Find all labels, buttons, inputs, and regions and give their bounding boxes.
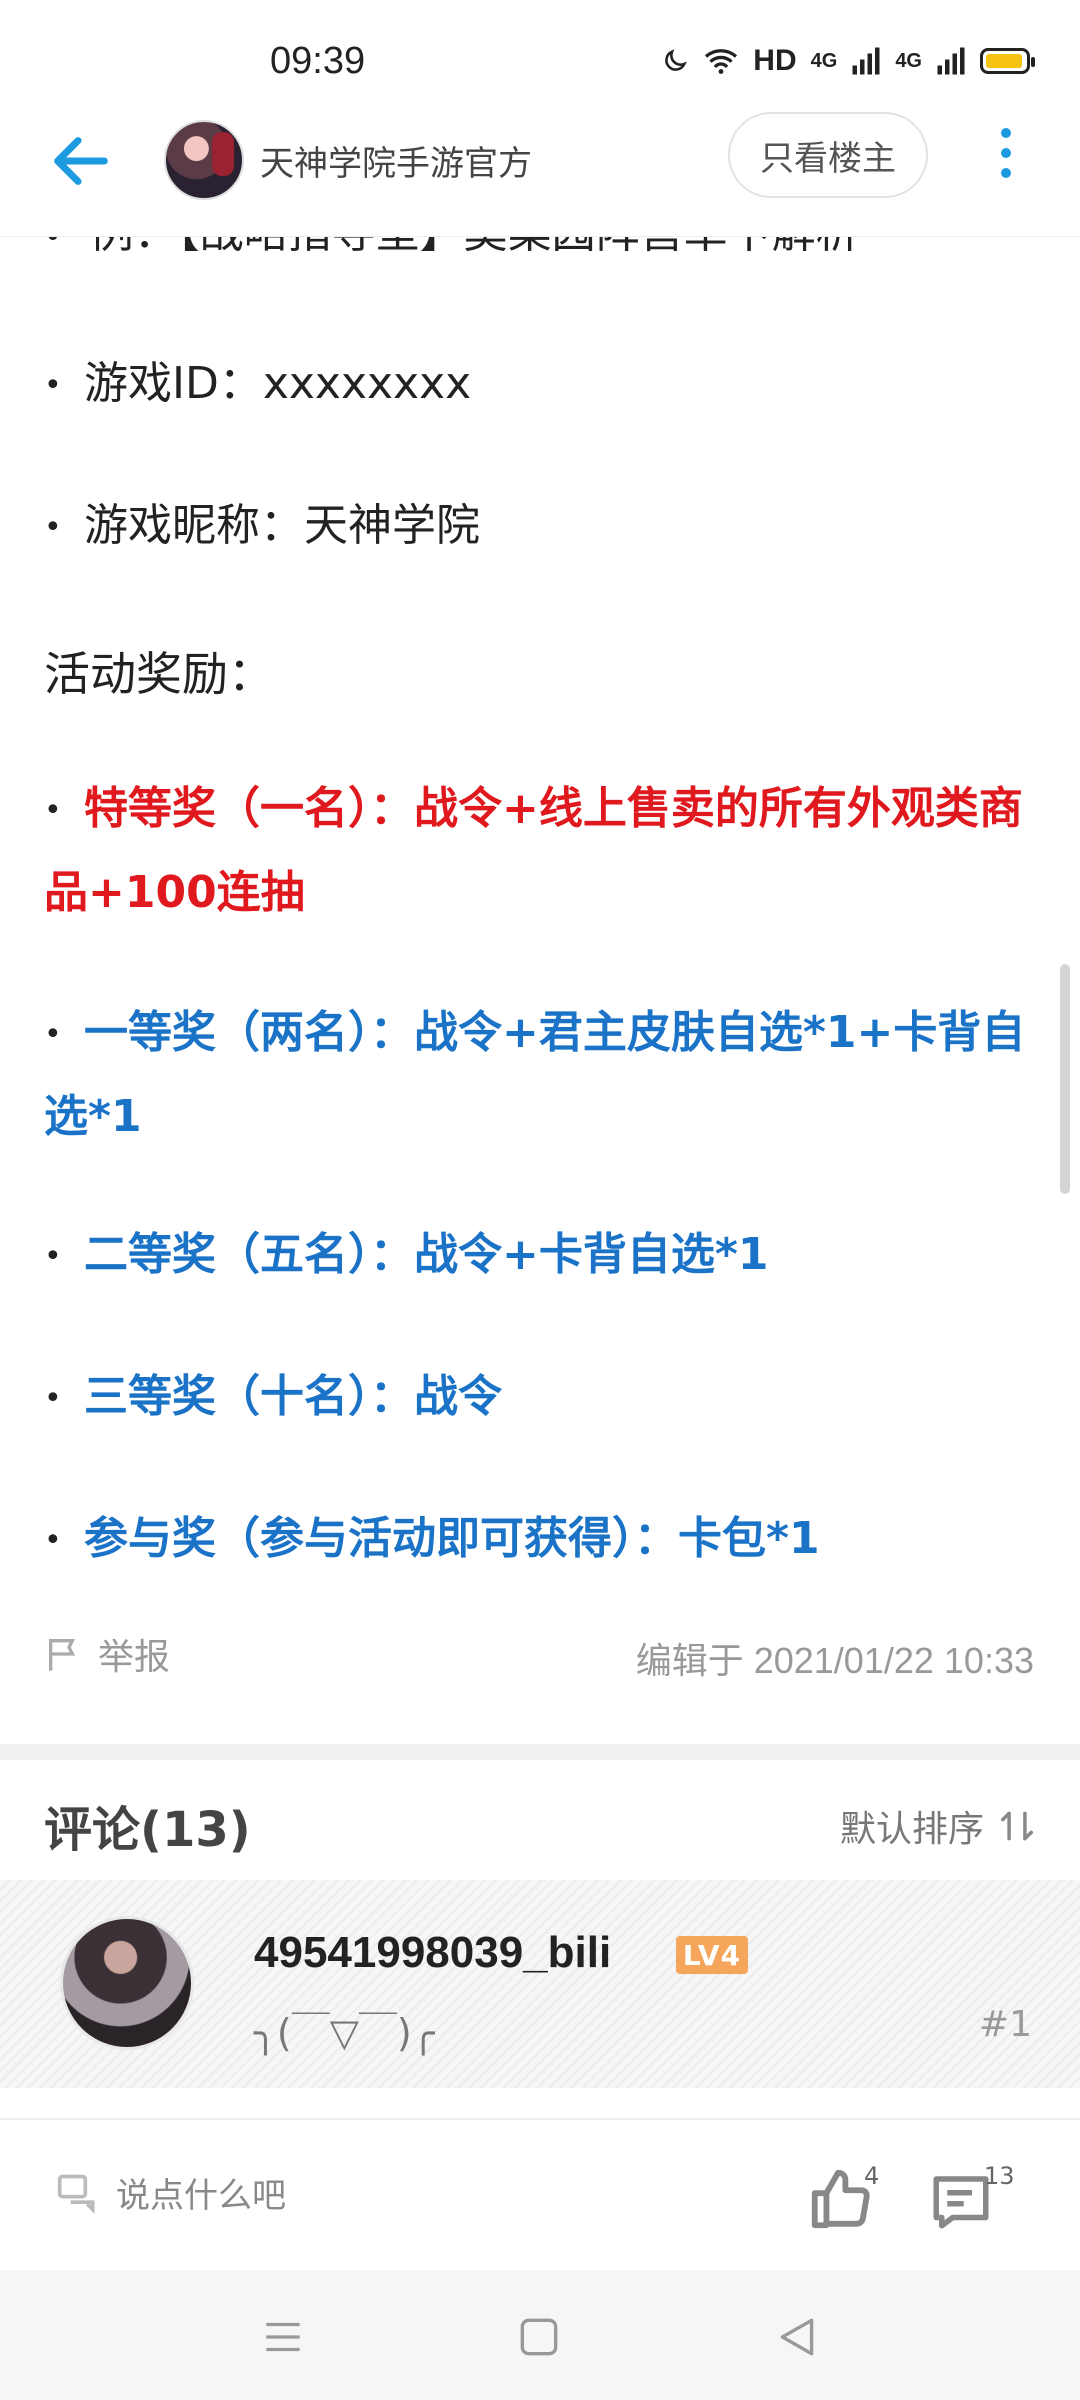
comment-input-placeholder: 说点什么吧 (116, 2176, 286, 2216)
menu-icon[interactable] (258, 2312, 308, 2362)
prize-second-text: 二等奖（五名）：战令+卡背自选*1 (84, 1229, 769, 1280)
prize-third: • 三等奖（十名）：战令 (44, 1371, 502, 1422)
sort-label: 默认排序 (839, 1809, 984, 1850)
back-arrow-icon[interactable] (46, 126, 116, 196)
prize-first: • 一等奖（两名）：战令+君主皮肤自选*1+卡背自选*1 (44, 1007, 1026, 1142)
post-footer: 举报 编辑于 2021/01/22 10:33 (0, 1628, 1080, 1708)
rewards-title: 活动奖励： (44, 647, 274, 701)
signal-icon (852, 47, 880, 75)
signal2-label: 4G (895, 49, 922, 72)
system-nav-bar (0, 2270, 1080, 2400)
more-icon[interactable] (988, 118, 1024, 188)
level-badge: LV4 (676, 1936, 748, 1974)
comment-floor: #1 (978, 2004, 1032, 2045)
prize-special-text: 特等奖（一名）：战令+线上售卖的所有外观类商品+100连抽 (44, 783, 1023, 918)
commenter-name[interactable]: 49541998039_bili (254, 1928, 611, 1978)
comment-input-bar: 说点什么吧 4 13 (0, 2120, 1080, 2270)
sort-button[interactable]: 默认排序 (840, 1800, 1036, 1852)
back-triangle-icon[interactable] (772, 2312, 822, 2362)
prize-third-text: 三等奖（十名）：战令 (84, 1371, 502, 1422)
sort-icon (1001, 1811, 1033, 1841)
scrollbar[interactable] (1060, 964, 1070, 1194)
page-title[interactable]: 天神学院手游官方 (260, 136, 532, 185)
game-nickname-line: • 游戏昵称：天神学院 (44, 500, 480, 551)
flag-icon (49, 1639, 76, 1671)
report-label: 举报 (98, 1637, 171, 1678)
section-divider (0, 1744, 1080, 1760)
edit-time: 编辑于 2021/01/22 10:33 (635, 1640, 1034, 1681)
prize-second: • 二等奖（五名）：战令+卡背自选*1 (44, 1229, 769, 1280)
prize-special: • 特等奖（一名）：战令+线上售卖的所有外观类商品+100连抽 (44, 783, 1023, 918)
game-id-text: 游戏ID：xxxxxxxx (84, 358, 472, 409)
moon-icon (665, 49, 688, 71)
comment-input[interactable]: 说点什么吧 (56, 2168, 286, 2217)
wifi-icon (705, 49, 738, 74)
game-id-line: • 游戏ID：xxxxxxxx (44, 358, 472, 409)
hd-label: HD (753, 44, 797, 77)
chat-bubble-icon (57, 2174, 95, 2214)
comments-header: 评论(13) 默认排序 (0, 1772, 1080, 1872)
status-icons: HD 4G 4G (661, 44, 1035, 78)
comment-item[interactable]: 49541998039_bili LV4 ╮(￣▽￣)╭ #1 (0, 1880, 1080, 2088)
signal-icon-2 (937, 47, 965, 75)
prize-first-text: 一等奖（两名）：战令+君主皮肤自选*1+卡背自选*1 (44, 1007, 1026, 1142)
game-nickname-text: 游戏昵称：天神学院 (84, 500, 480, 551)
signal1-label: 4G (810, 49, 838, 72)
prize-participation-text: 参与奖（参与活动即可获得）：卡包*1 (84, 1513, 820, 1564)
comments-title: 评论(13) (44, 1802, 251, 1858)
home-icon[interactable] (514, 2312, 564, 2362)
battery-icon (980, 48, 1035, 74)
comment-text: ╮(￣▽￣)╭ (254, 2011, 435, 2055)
top-app-bar: 天神学院手游官方 只看楼主 (0, 100, 1080, 237)
status-time: 09:39 (270, 40, 366, 82)
prize-participation: • 参与奖（参与活动即可获得）：卡包*1 (44, 1513, 820, 1564)
author-avatar[interactable] (164, 120, 244, 200)
like-count: 4 (864, 2162, 880, 2190)
report-button[interactable]: 举报 (44, 1628, 170, 1680)
commenter-avatar[interactable] (60, 1916, 194, 2050)
only-op-button[interactable]: 只看楼主 (728, 112, 928, 198)
comment-count: 13 (984, 2162, 1015, 2190)
